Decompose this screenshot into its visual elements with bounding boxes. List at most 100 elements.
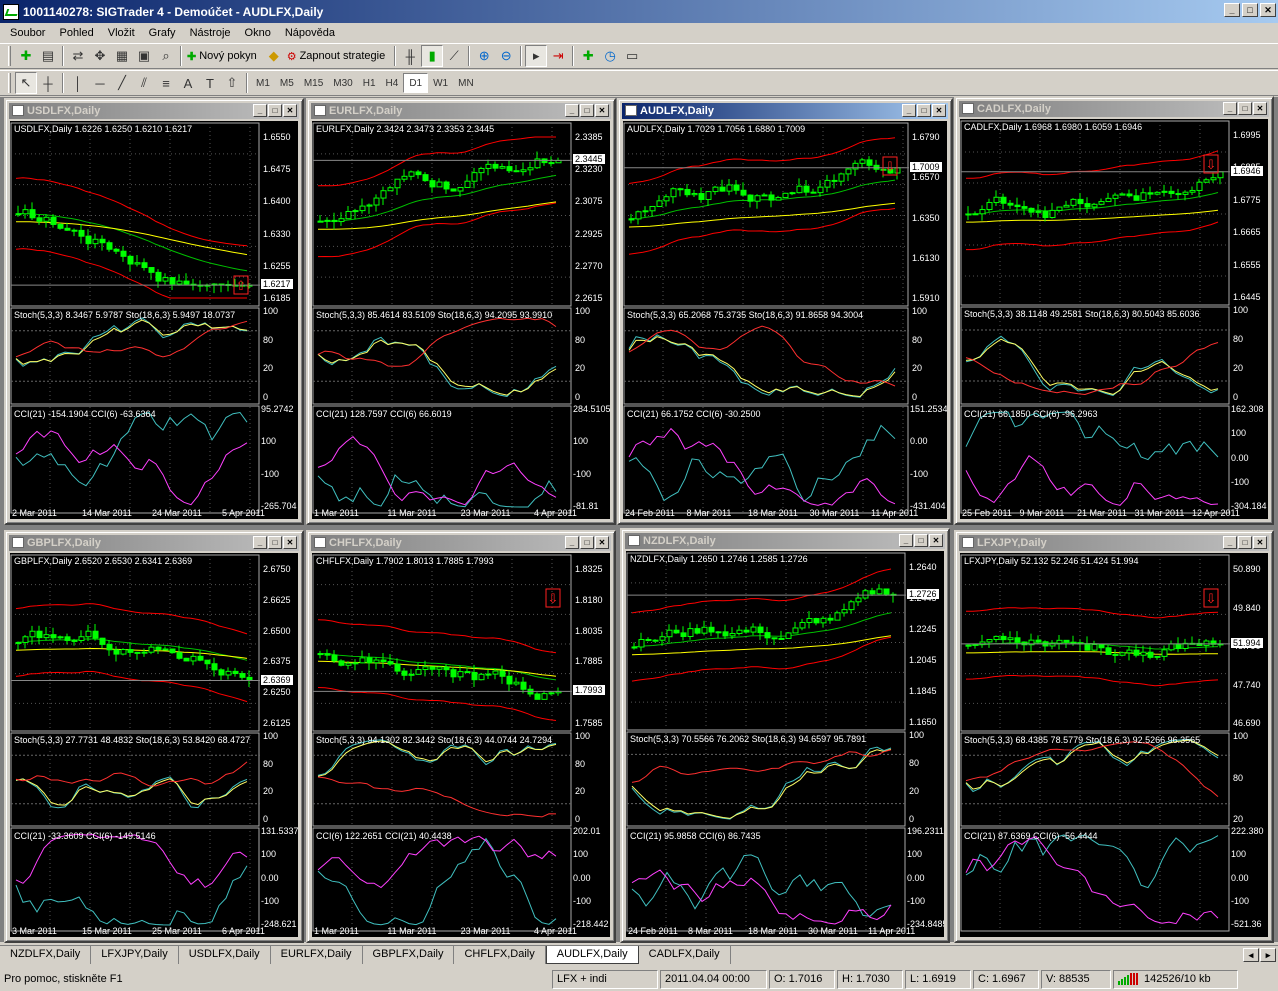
chart-maximize-button[interactable]: □ bbox=[580, 104, 594, 117]
chart-window-titlebar[interactable]: NZDLFX,Daily _ □ ✕ bbox=[625, 533, 945, 549]
chart-maximize-button[interactable]: □ bbox=[268, 536, 282, 549]
timeframe-h1[interactable]: H1 bbox=[358, 73, 381, 93]
chart-window-eurlfx[interactable]: EURLFX,Daily _ □ ✕ EURLFX,Daily 2.3424 2.347… bbox=[306, 98, 616, 525]
chart-window-titlebar[interactable]: USDLFX,Daily _ □ ✕ bbox=[9, 103, 299, 119]
chart-minimize-button[interactable]: _ bbox=[565, 536, 579, 549]
chart-close-button[interactable]: ✕ bbox=[932, 104, 946, 117]
strategy-tester-icon[interactable]: ▣ bbox=[133, 45, 155, 67]
vertical-line-icon[interactable]: │ bbox=[67, 72, 89, 94]
timeframe-mn[interactable]: MN bbox=[453, 73, 479, 93]
crosshair-icon[interactable]: ┼ bbox=[37, 72, 59, 94]
zoom-out-icon[interactable]: ⊖ bbox=[495, 45, 517, 67]
minimize-button[interactable]: _ bbox=[1224, 3, 1240, 17]
timeframe-h4[interactable]: H4 bbox=[381, 73, 404, 93]
chart-close-button[interactable]: ✕ bbox=[595, 104, 609, 117]
chart-canvas[interactable]: ⇩ LFXJPY,Daily 52.132 52.246 51.424 51.99… bbox=[960, 553, 1268, 937]
navigator-icon[interactable]: ✥ bbox=[89, 45, 111, 67]
metaeditor-icon[interactable]: ◆ bbox=[263, 45, 285, 67]
tab-usdlfx[interactable]: USDLFX,Daily bbox=[179, 946, 271, 964]
tab-audlfx[interactable]: AUDLFX,Daily bbox=[545, 946, 639, 964]
tab-chflfx[interactable]: CHFLFX,Daily bbox=[454, 946, 546, 964]
cursor-icon[interactable]: ↖ bbox=[15, 72, 37, 94]
channel-icon[interactable]: ⫽ bbox=[133, 72, 155, 94]
chart-close-button[interactable]: ✕ bbox=[1253, 536, 1267, 549]
tab-nzdlfx[interactable]: NZDLFX,Daily bbox=[0, 946, 92, 964]
chart-window-nzdlfx[interactable]: NZDLFX,Daily _ □ ✕ NZDLFX,Daily 1.2650 1.274… bbox=[620, 528, 950, 943]
strategy-button[interactable]: ⚙ Zapnout strategie bbox=[285, 45, 392, 67]
menu-soubor[interactable]: Soubor bbox=[4, 27, 53, 39]
timeframe-d1[interactable]: D1 bbox=[403, 73, 429, 93]
chart-window-lfxjpy[interactable]: LFXJPY,Daily _ □ ✕ ⇩ LFXJPY,Daily 52.132 52.2… bbox=[954, 530, 1274, 943]
market-watch-icon[interactable]: ⇄ bbox=[67, 45, 89, 67]
chart-maximize-button[interactable]: □ bbox=[1238, 536, 1252, 549]
menu-vlozit[interactable]: Vložit bbox=[102, 27, 143, 39]
chart-close-button[interactable]: ✕ bbox=[1253, 102, 1267, 115]
templates-icon[interactable]: ▭ bbox=[621, 45, 643, 67]
chart-canvas[interactable]: NZDLFX,Daily 1.2650 1.2746 1.2585 1.2726… bbox=[626, 551, 944, 937]
arrows-icon[interactable]: ⇧ bbox=[221, 72, 243, 94]
menu-grafy[interactable]: Grafy bbox=[143, 27, 184, 39]
chart-window-titlebar[interactable]: LFXJPY,Daily _ □ ✕ bbox=[959, 535, 1269, 551]
tab-lfxjpy[interactable]: LFXJPY,Daily bbox=[91, 946, 179, 964]
chart-maximize-button[interactable]: □ bbox=[914, 534, 928, 547]
chart-maximize-button[interactable]: □ bbox=[580, 536, 594, 549]
chart-window-titlebar[interactable]: GBPLFX,Daily _ □ ✕ bbox=[9, 535, 299, 551]
chart-maximize-button[interactable]: □ bbox=[1238, 102, 1252, 115]
autoscroll-icon[interactable]: ▸ bbox=[525, 45, 548, 67]
trendline-icon[interactable]: ╱ bbox=[111, 72, 133, 94]
zoom-in-icon[interactable]: ⊕ bbox=[473, 45, 495, 67]
chart-window-audlfx[interactable]: AUDLFX,Daily _ □ ✕ ⇩ AUDLFX,Daily 1.7029 1.70… bbox=[617, 98, 953, 525]
menu-pohled[interactable]: Pohled bbox=[53, 27, 101, 39]
chart-minimize-button[interactable]: _ bbox=[565, 104, 579, 117]
chart-window-titlebar[interactable]: EURLFX,Daily _ □ ✕ bbox=[311, 103, 611, 119]
chart-window-cadlfx[interactable]: CADLFX,Daily _ □ ✕ ⇩ CADLFX,Daily 1.6968 1.69… bbox=[954, 96, 1274, 525]
menu-nastroje[interactable]: Nástroje bbox=[184, 27, 239, 39]
chart-canvas[interactable]: ⇩ AUDLFX,Daily 1.7029 1.7056 1.6880 1.700… bbox=[623, 121, 947, 519]
chart-window-titlebar[interactable]: AUDLFX,Daily _ □ ✕ bbox=[622, 103, 948, 119]
chart-close-button[interactable]: ✕ bbox=[929, 534, 943, 547]
line-chart-icon[interactable]: ⟋ bbox=[443, 45, 465, 67]
chart-maximize-button[interactable]: □ bbox=[268, 104, 282, 117]
timeframe-m15[interactable]: M15 bbox=[299, 73, 328, 93]
timeframe-m5[interactable]: M5 bbox=[275, 73, 299, 93]
label-icon[interactable]: T bbox=[199, 72, 221, 94]
menu-napoveda[interactable]: Nápověda bbox=[279, 27, 343, 39]
chart-shift-icon[interactable]: ⇥ bbox=[547, 45, 569, 67]
candlestick-icon[interactable]: ▮ bbox=[421, 45, 444, 67]
chart-canvas[interactable]: ⇩ CHFLFX,Daily 1.7902 1.8013 1.7885 1.799… bbox=[312, 553, 610, 937]
maximize-button[interactable]: □ bbox=[1242, 3, 1258, 17]
tab-cadlfx[interactable]: CADLFX,Daily bbox=[639, 946, 731, 964]
chart-window-usdlfx[interactable]: USDLFX,Daily _ □ ✕ ⇧ USDLFX,Daily 1.6226 1.62… bbox=[4, 98, 304, 525]
chart-close-button[interactable]: ✕ bbox=[283, 104, 297, 117]
timeframe-w1[interactable]: W1 bbox=[428, 73, 453, 93]
chart-window-titlebar[interactable]: CADLFX,Daily _ □ ✕ bbox=[959, 101, 1269, 117]
chart-minimize-button[interactable]: _ bbox=[1223, 102, 1237, 115]
timeframe-m1[interactable]: M1 bbox=[251, 73, 275, 93]
print-preview-icon[interactable]: ⌕ bbox=[155, 45, 177, 67]
bar-chart-icon[interactable]: ╫ bbox=[399, 45, 421, 67]
chart-window-titlebar[interactable]: CHFLFX,Daily _ □ ✕ bbox=[311, 535, 611, 551]
tab-eurlfx[interactable]: EURLFX,Daily bbox=[271, 946, 363, 964]
new-order-button[interactable]: ✚ Nový pokyn bbox=[185, 45, 263, 67]
chart-close-button[interactable]: ✕ bbox=[595, 536, 609, 549]
chart-minimize-button[interactable]: _ bbox=[899, 534, 913, 547]
new-chart-icon[interactable]: ✚ bbox=[15, 45, 37, 67]
periods-icon[interactable]: ◷ bbox=[599, 45, 621, 67]
tab-gbplfx[interactable]: GBPLFX,Daily bbox=[363, 946, 455, 964]
chart-window-chflfx[interactable]: CHFLFX,Daily _ □ ✕ ⇩ CHFLFX,Daily 1.7902 1.80… bbox=[306, 530, 616, 943]
chart-minimize-button[interactable]: _ bbox=[253, 104, 267, 117]
chart-minimize-button[interactable]: _ bbox=[902, 104, 916, 117]
fibonacci-icon[interactable]: ≡ bbox=[155, 72, 177, 94]
chart-close-button[interactable]: ✕ bbox=[283, 536, 297, 549]
timeframe-m30[interactable]: M30 bbox=[328, 73, 357, 93]
text-icon[interactable]: A bbox=[177, 72, 199, 94]
horizontal-line-icon[interactable]: ─ bbox=[89, 72, 111, 94]
menu-okno[interactable]: Okno bbox=[239, 27, 279, 39]
chart-canvas[interactable]: GBPLFX,Daily 2.6520 2.6530 2.6341 2.6369… bbox=[10, 553, 298, 937]
chart-canvas[interactable]: ⇧ USDLFX,Daily 1.6226 1.6250 1.6210 1.621… bbox=[10, 121, 298, 519]
profiles-icon[interactable]: ▤ bbox=[37, 45, 59, 67]
chart-minimize-button[interactable]: _ bbox=[1223, 536, 1237, 549]
indicators-icon[interactable]: ✚ bbox=[577, 45, 599, 67]
chart-minimize-button[interactable]: _ bbox=[253, 536, 267, 549]
chart-maximize-button[interactable]: □ bbox=[917, 104, 931, 117]
